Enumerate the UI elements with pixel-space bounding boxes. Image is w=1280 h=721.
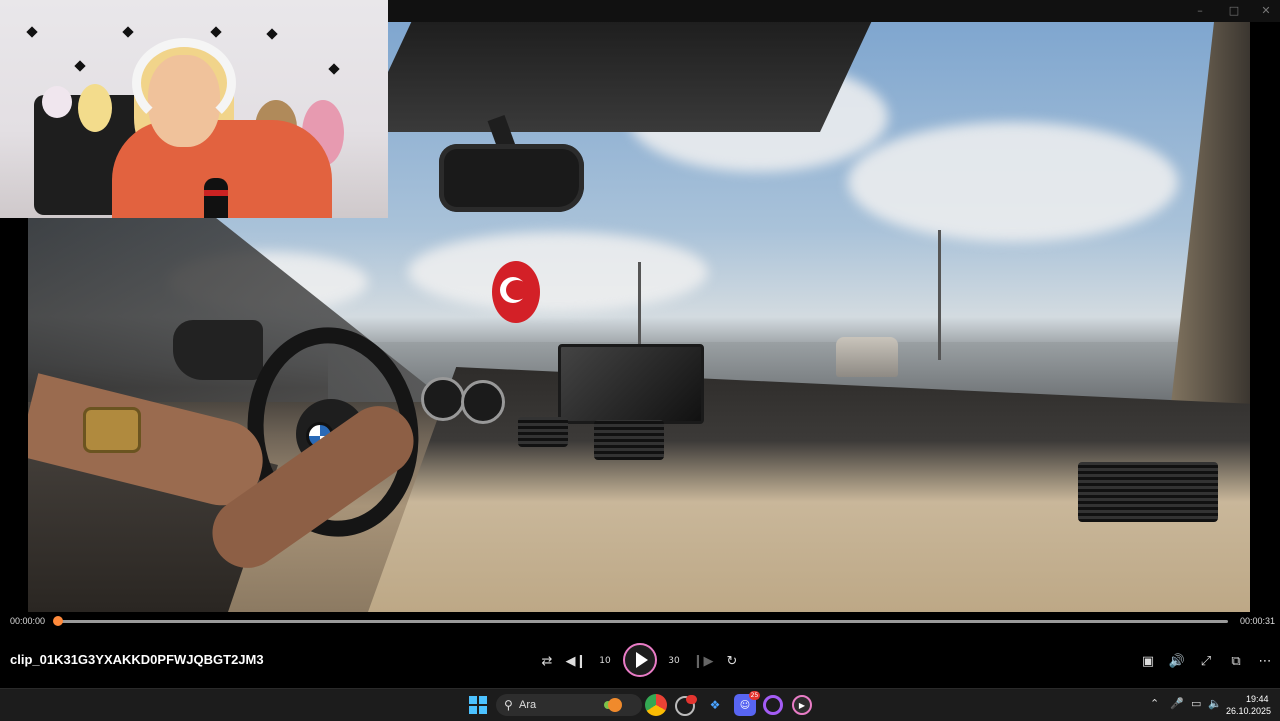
app-purple-icon[interactable] — [763, 695, 783, 715]
app-red-dot-icon[interactable] — [675, 695, 697, 716]
maximize-button[interactable]: □ — [1222, 2, 1246, 20]
clip-title: clip_01K31G3YXAKKD0PFWJQBGT2JM3 — [10, 652, 264, 667]
discord-badge: 25 — [749, 691, 760, 700]
forward-30-icon[interactable]: 30 — [663, 650, 685, 672]
chrome-icon[interactable] — [645, 694, 667, 716]
clock-time[interactable]: 19:44 — [1246, 694, 1269, 704]
search-placeholder: Ara — [519, 699, 537, 711]
microphone — [204, 178, 228, 218]
crescent-moon-icon — [500, 277, 528, 303]
media-player-icon[interactable]: ▶ — [792, 695, 812, 715]
total-time: 00:00:31 — [1240, 616, 1276, 626]
play-button[interactable] — [623, 643, 657, 677]
app-blue-icon[interactable]: ❖ — [704, 694, 726, 716]
lead-car — [836, 337, 898, 377]
discord-icon[interactable]: ☺ 25 — [734, 691, 760, 716]
window-title-bar: – □ ✕ — [388, 0, 1280, 22]
air-vent — [594, 420, 664, 460]
air-vent — [1078, 462, 1218, 522]
seek-bar[interactable] — [58, 620, 1228, 623]
minimize-button[interactable]: – — [1188, 2, 1212, 20]
taskbar: ⚲ Ara ❖ ☺ 25 ▶ ⌃ 🎤 ▭ 🔈 19:44 26.10.2025 — [0, 688, 1280, 721]
speaker-icon[interactable]: 🔈 — [1208, 697, 1222, 710]
cast-icon[interactable]: ⧉ — [1225, 650, 1247, 672]
rewind-10-icon[interactable]: 10 — [594, 650, 616, 672]
clock-date[interactable]: 26.10.2025 — [1226, 706, 1271, 716]
wristwatch — [83, 407, 141, 453]
headphones — [132, 38, 236, 128]
forward-label: 30 — [668, 656, 680, 666]
infotainment-screen — [558, 344, 704, 424]
miniplayer-icon[interactable]: ▣ — [1137, 650, 1159, 672]
volume-icon[interactable]: 🔊 — [1166, 650, 1188, 672]
search-highlight-icon — [608, 698, 622, 712]
side-mirror — [173, 320, 263, 380]
play-icon — [635, 652, 648, 668]
search-icon: ⚲ — [504, 698, 513, 712]
speedometer-gauge — [421, 377, 465, 421]
previous-icon[interactable]: ◀❙ — [565, 650, 587, 672]
shuffle-icon[interactable]: ⇄ — [536, 650, 558, 672]
rewind-label: 10 — [599, 656, 611, 666]
close-button[interactable]: ✕ — [1254, 2, 1278, 20]
notification-dot — [686, 695, 697, 704]
air-vent — [518, 417, 568, 447]
car-roof — [360, 22, 876, 132]
seek-thumb[interactable] — [53, 616, 63, 626]
rearview-mirror — [439, 144, 584, 212]
webcam-overlay — [0, 0, 388, 218]
next-icon[interactable]: ❙▶ — [692, 650, 714, 672]
more-icon[interactable]: ⋯ — [1254, 650, 1276, 672]
windows-start-icon[interactable] — [469, 696, 487, 714]
fullscreen-icon[interactable]: ⤢ — [1195, 650, 1217, 672]
chevron-up-icon[interactable]: ⌃ — [1150, 697, 1159, 710]
taskbar-search[interactable]: ⚲ Ara — [496, 694, 642, 716]
repeat-off-icon[interactable]: ↻ — [721, 650, 743, 672]
microphone-icon[interactable]: 🎤 — [1170, 697, 1184, 710]
current-time: 00:00:00 — [10, 616, 46, 626]
tachometer-gauge — [461, 380, 505, 424]
display-icon[interactable]: ▭ — [1191, 697, 1201, 710]
